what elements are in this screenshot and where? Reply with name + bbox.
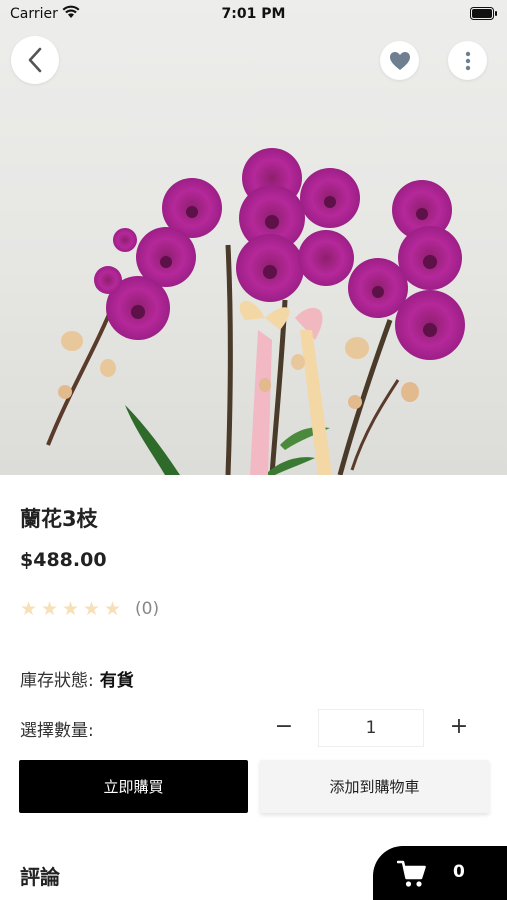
star-icon: ★	[104, 598, 122, 620]
shopping-cart-icon	[397, 860, 426, 887]
heart-icon	[389, 51, 410, 70]
star-icon: ★	[62, 598, 80, 620]
back-button[interactable]	[11, 36, 59, 84]
quantity-increase-button[interactable]: +	[447, 711, 471, 743]
reviews-heading: 評論	[20, 865, 60, 889]
quantity-input[interactable]	[318, 709, 424, 747]
status-bar: Carrier 7:01 PM	[0, 0, 507, 28]
quantity-decrease-button[interactable]: −	[272, 711, 296, 743]
floating-cart-button[interactable]: 0	[373, 846, 507, 900]
star-icon: ★	[41, 598, 59, 620]
orchid-photo	[46, 148, 465, 475]
quantity-label: 選擇數量:	[20, 721, 94, 741]
stock-value: 有貨	[99, 671, 134, 691]
favorite-button[interactable]	[380, 41, 419, 80]
star-icon: ★	[83, 598, 101, 620]
product-title: 蘭花3枝	[20, 507, 98, 531]
stock-label: 庫存狀態:	[20, 671, 94, 691]
buy-now-button[interactable]: 立即購買	[19, 760, 248, 813]
star-icon: ★	[20, 598, 38, 620]
add-to-cart-button[interactable]: 添加到購物車	[260, 760, 489, 813]
stock-status: 庫存狀態: 有貨	[20, 666, 134, 691]
product-image	[0, 0, 507, 475]
cart-count-badge: 0	[453, 862, 465, 882]
rating: ★ ★ ★ ★ ★ (0)	[20, 598, 159, 620]
more-vertical-icon	[465, 51, 470, 70]
battery-icon	[470, 7, 497, 20]
product-price: $488.00	[20, 549, 107, 571]
review-count: (0)	[135, 599, 160, 619]
status-time: 7:01 PM	[221, 6, 286, 22]
chevron-left-icon	[28, 47, 42, 73]
more-options-button[interactable]	[448, 41, 487, 80]
